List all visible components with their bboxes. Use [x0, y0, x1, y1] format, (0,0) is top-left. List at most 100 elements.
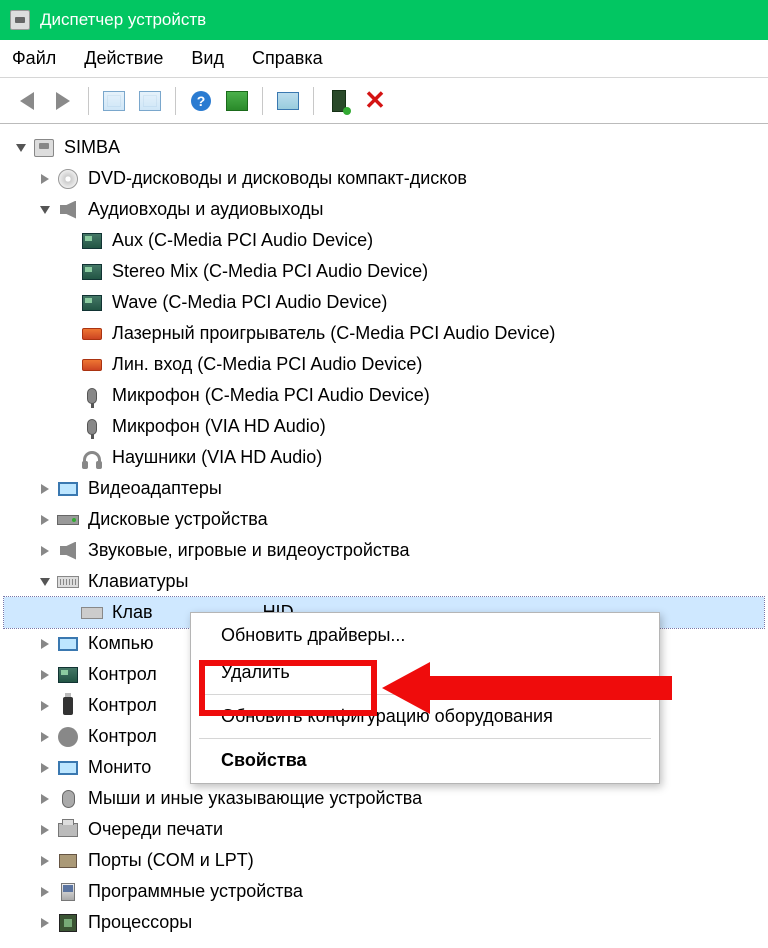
expander-icon[interactable] — [34, 763, 56, 773]
computer-icon — [32, 137, 56, 159]
node-label: Лин. вход (C-Media PCI Audio Device) — [112, 354, 422, 375]
x-icon: ✕ — [364, 85, 386, 116]
node-label: DVD-дисководы и дисководы компакт-дисков — [88, 168, 467, 189]
monitor-icon — [56, 757, 80, 779]
expander-icon[interactable] — [34, 732, 56, 742]
node-label: Дисковые устройства — [88, 509, 268, 530]
menu-file[interactable]: Файл — [12, 48, 56, 69]
list-view-icon — [139, 91, 161, 111]
expander-icon[interactable] — [34, 701, 56, 711]
expander-icon[interactable] — [34, 206, 56, 214]
mic-icon — [80, 416, 104, 438]
node-label: Контрол — [88, 695, 157, 716]
tree-cpu[interactable]: Процессоры — [4, 907, 764, 938]
cd-icon — [80, 354, 104, 376]
toolbar-separator — [175, 87, 176, 115]
expander-icon[interactable] — [34, 887, 56, 897]
chip-icon — [56, 664, 80, 686]
tree-audio-item[interactable]: Aux (C-Media PCI Audio Device) — [4, 225, 764, 256]
cpu-icon — [56, 912, 80, 934]
uninstall-button[interactable]: ✕ — [360, 86, 390, 116]
update-icon — [226, 91, 248, 111]
node-label: Контрол — [88, 664, 157, 685]
node-label: Наушники (VIA HD Audio) — [112, 447, 322, 468]
tree-mice[interactable]: Мыши и иные указывающие устройства — [4, 783, 764, 814]
expander-icon[interactable] — [34, 484, 56, 494]
printer-icon — [56, 819, 80, 841]
node-label: Микрофон (C-Media PCI Audio Device) — [112, 385, 430, 406]
monitor-icon — [277, 92, 299, 110]
drive-icon — [56, 509, 80, 531]
expander-icon[interactable] — [34, 515, 56, 525]
expander-icon[interactable] — [34, 578, 56, 586]
toolbar: ? ✕ — [0, 78, 768, 124]
tree-disk[interactable]: Дисковые устройства — [4, 504, 764, 535]
monitor-icon — [56, 633, 80, 655]
toolbar-btn-2[interactable] — [135, 86, 165, 116]
node-label: Монито — [88, 757, 151, 778]
speaker-icon — [56, 540, 80, 562]
tree-audio[interactable]: Аудиовходы и аудиовыходы — [4, 194, 764, 225]
menu-view[interactable]: Вид — [191, 48, 224, 69]
node-label: Микрофон (VIA HD Audio) — [112, 416, 326, 437]
node-label: Aux (C-Media PCI Audio Device) — [112, 230, 373, 251]
tree-software[interactable]: Программные устройства — [4, 876, 764, 907]
tree-audio-item[interactable]: Stereo Mix (C-Media PCI Audio Device) — [4, 256, 764, 287]
add-legacy-button[interactable] — [324, 86, 354, 116]
menu-action[interactable]: Действие — [84, 48, 163, 69]
expander-icon[interactable] — [34, 174, 56, 184]
node-label: Компью — [88, 633, 154, 654]
tree-audio-item[interactable]: Микрофон (C-Media PCI Audio Device) — [4, 380, 764, 411]
node-label: Процессоры — [88, 912, 192, 933]
expander-icon[interactable] — [34, 794, 56, 804]
mic-icon — [80, 385, 104, 407]
tree-print[interactable]: Очереди печати — [4, 814, 764, 845]
tree-sound-game[interactable]: Звуковые, игровые и видеоустройства — [4, 535, 764, 566]
forward-button[interactable] — [48, 86, 78, 116]
tree-root[interactable]: SIMBA — [4, 132, 764, 163]
node-label: Клавиатуры — [88, 571, 188, 592]
tree-dvd[interactable]: DVD-дисководы и дисководы компакт-дисков — [4, 163, 764, 194]
toolbar-separator — [313, 87, 314, 115]
detail-view-icon — [103, 91, 125, 111]
expander-icon[interactable] — [34, 918, 56, 928]
tree-ports[interactable]: Порты (COM и LPT) — [4, 845, 764, 876]
highlight-box — [199, 660, 377, 716]
expander-icon[interactable] — [34, 546, 56, 556]
node-label: Звуковые, игровые и видеоустройства — [88, 540, 410, 561]
tree-audio-item[interactable]: Wave (C-Media PCI Audio Device) — [4, 287, 764, 318]
menu-update-drivers[interactable]: Обновить драйверы... — [193, 617, 657, 654]
port-icon — [56, 850, 80, 872]
tree-audio-item[interactable]: Наушники (VIA HD Audio) — [4, 442, 764, 473]
menu-separator — [199, 738, 651, 739]
tree-video[interactable]: Видеоадаптеры — [4, 473, 764, 504]
tree-audio-item[interactable]: Микрофон (VIA HD Audio) — [4, 411, 764, 442]
menu-help[interactable]: Справка — [252, 48, 323, 69]
expander-icon[interactable] — [34, 856, 56, 866]
chip-icon — [80, 261, 104, 283]
toolbar-btn-1[interactable] — [99, 86, 129, 116]
toolbar-btn-3[interactable] — [222, 86, 252, 116]
tree-keyboards[interactable]: Клавиатуры — [4, 566, 764, 597]
expander-icon[interactable] — [34, 670, 56, 680]
cd-icon — [80, 323, 104, 345]
arrow-left-icon — [20, 92, 34, 110]
tree-audio-item[interactable]: Лазерный проигрыватель (C-Media PCI Audi… — [4, 318, 764, 349]
chip-icon — [80, 230, 104, 252]
keyboard-icon — [80, 602, 104, 624]
window-titlebar: Диспетчер устройств — [0, 0, 768, 40]
expander-icon[interactable] — [10, 144, 32, 152]
software-icon — [56, 881, 80, 903]
expander-icon[interactable] — [34, 825, 56, 835]
help-button[interactable]: ? — [186, 86, 216, 116]
back-button[interactable] — [12, 86, 42, 116]
node-label: Мыши и иные указывающие устройства — [88, 788, 422, 809]
disc-icon — [56, 168, 80, 190]
toolbar-separator — [262, 87, 263, 115]
keyboard-icon — [56, 571, 80, 593]
device-tree[interactable]: SIMBA DVD-дисководы и дисководы компакт-… — [0, 124, 768, 946]
tree-audio-item[interactable]: Лин. вход (C-Media PCI Audio Device) — [4, 349, 764, 380]
scan-button[interactable] — [273, 86, 303, 116]
expander-icon[interactable] — [34, 639, 56, 649]
menu-properties[interactable]: Свойства — [193, 742, 657, 779]
